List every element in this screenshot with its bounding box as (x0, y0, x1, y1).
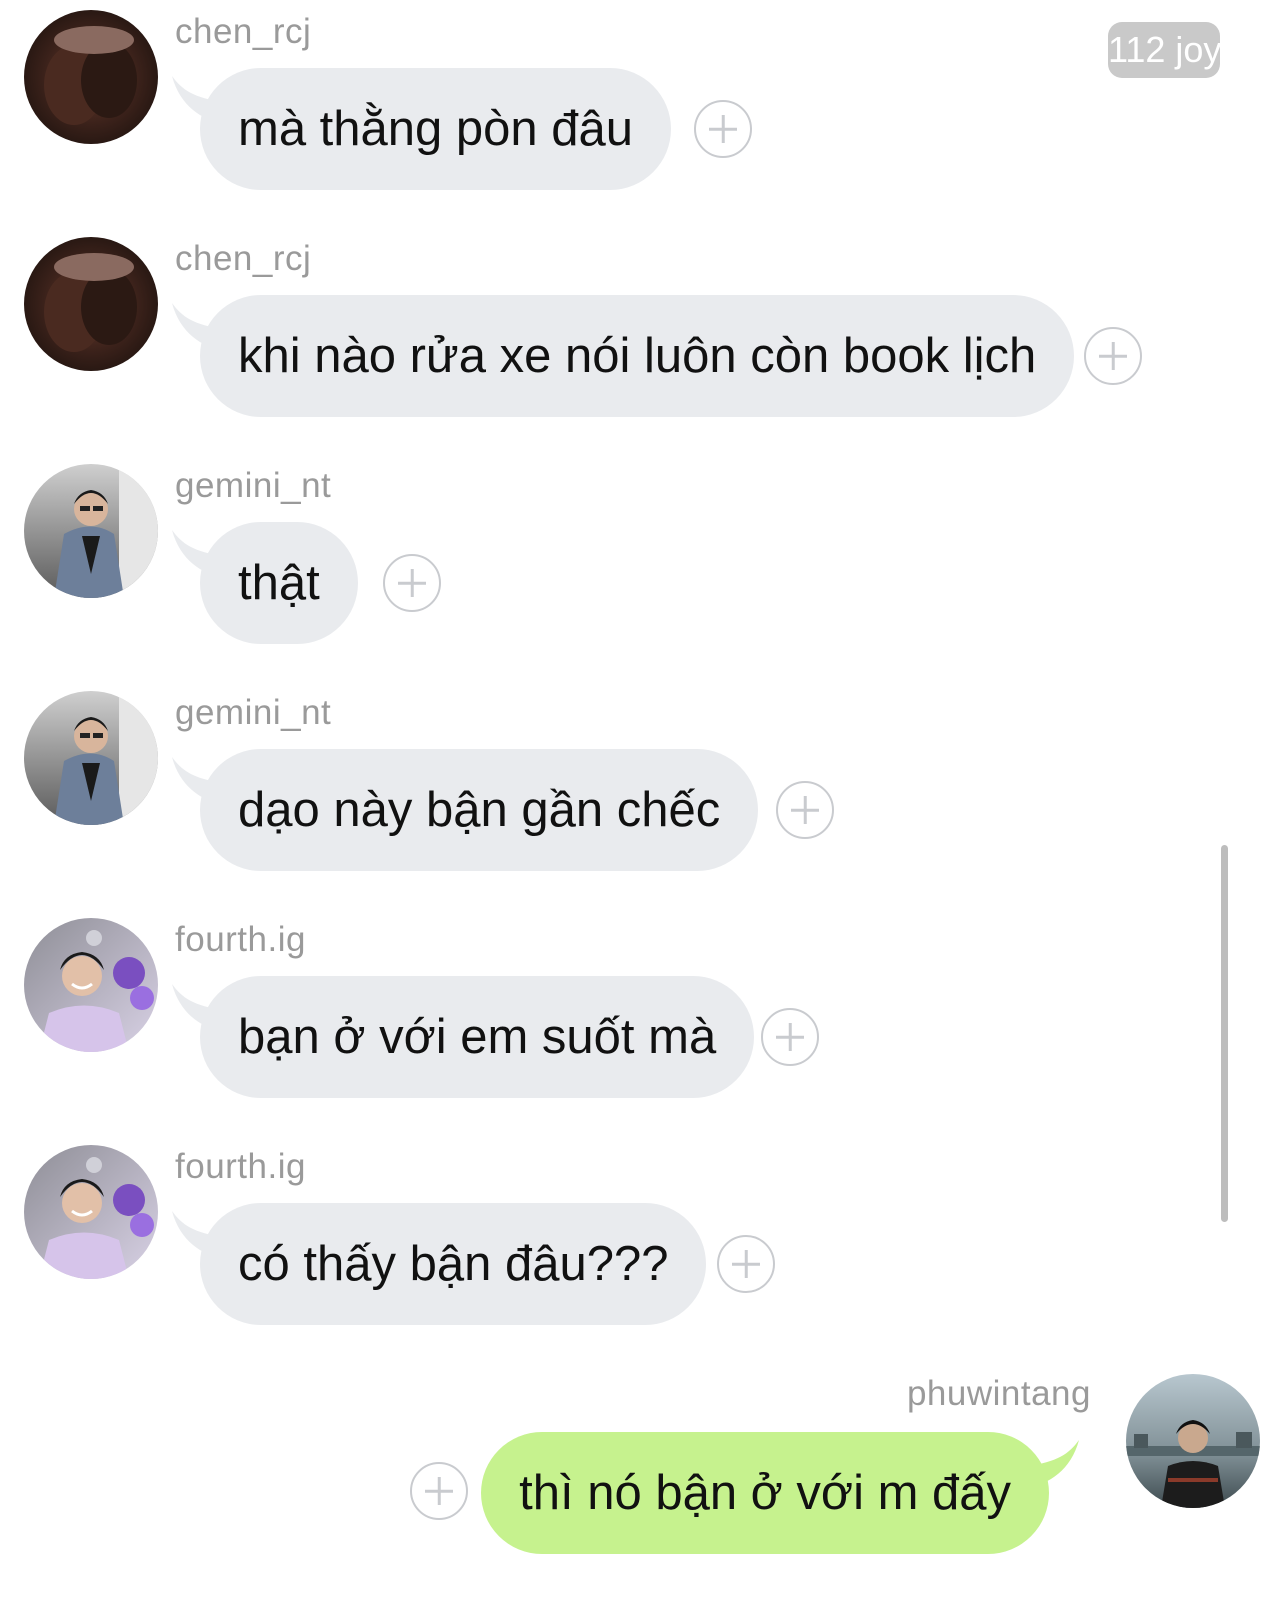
message-bubble[interactable]: thì nó bận ở với m đấy (481, 1432, 1049, 1554)
plus-circle-icon[interactable] (694, 100, 752, 158)
message-row: gemini_nt dạo này bận gần chếc (0, 681, 1284, 881)
plus-circle-icon[interactable] (1084, 327, 1142, 385)
scrollbar[interactable] (1221, 845, 1228, 1222)
message-row: fourth.ig bạn ở với em suốt mà (0, 908, 1284, 1108)
message-bubble[interactable]: thật (200, 522, 358, 644)
avatar[interactable] (24, 464, 158, 598)
sender-name: fourth.ig (175, 920, 306, 959)
avatar[interactable] (1126, 1374, 1260, 1508)
message-bubble[interactable]: mà thằng pòn đâu (200, 68, 672, 190)
message-bubble[interactable]: dạo này bận gần chếc (200, 749, 759, 871)
message-bubble[interactable]: khi nào rửa xe nói luôn còn book lịch (200, 295, 1075, 417)
sender-name: chen_rcj (175, 12, 312, 51)
plus-circle-icon[interactable] (410, 1462, 468, 1520)
message-row: fourth.ig có thấy bận đâu??? (0, 1135, 1284, 1335)
plus-circle-icon[interactable] (717, 1235, 775, 1293)
message-row: chen_rcj khi nào rửa xe nói luôn còn boo… (0, 227, 1284, 427)
message-row-outgoing: phuwintang thì nó bận ở với m đấy (0, 1362, 1284, 1562)
plus-circle-icon[interactable] (776, 781, 834, 839)
message-bubble[interactable]: bạn ở với em suốt mà (200, 976, 755, 1098)
avatar[interactable] (24, 237, 158, 371)
sender-name: chen_rcj (175, 239, 312, 278)
plus-circle-icon[interactable] (761, 1008, 819, 1066)
message-row: gemini_nt thật (0, 454, 1284, 654)
message-bubble[interactable]: có thấy bận đâu??? (200, 1203, 707, 1325)
chat-thread: chen_rcj mà thằng pòn đâu chen_rcj khi n… (0, 0, 1284, 1622)
avatar[interactable] (24, 1145, 158, 1279)
sender-name: phuwintang (906, 1374, 1091, 1413)
avatar[interactable] (24, 918, 158, 1052)
sender-name: fourth.ig (175, 1147, 306, 1186)
unread-count-badge[interactable]: 112 joy (1108, 22, 1220, 78)
message-row: chen_rcj mà thằng pòn đâu (0, 0, 1284, 200)
sender-name: gemini_nt (175, 693, 332, 732)
avatar[interactable] (24, 691, 158, 825)
avatar[interactable] (24, 10, 158, 144)
sender-name: gemini_nt (175, 466, 332, 505)
plus-circle-icon[interactable] (383, 554, 441, 612)
